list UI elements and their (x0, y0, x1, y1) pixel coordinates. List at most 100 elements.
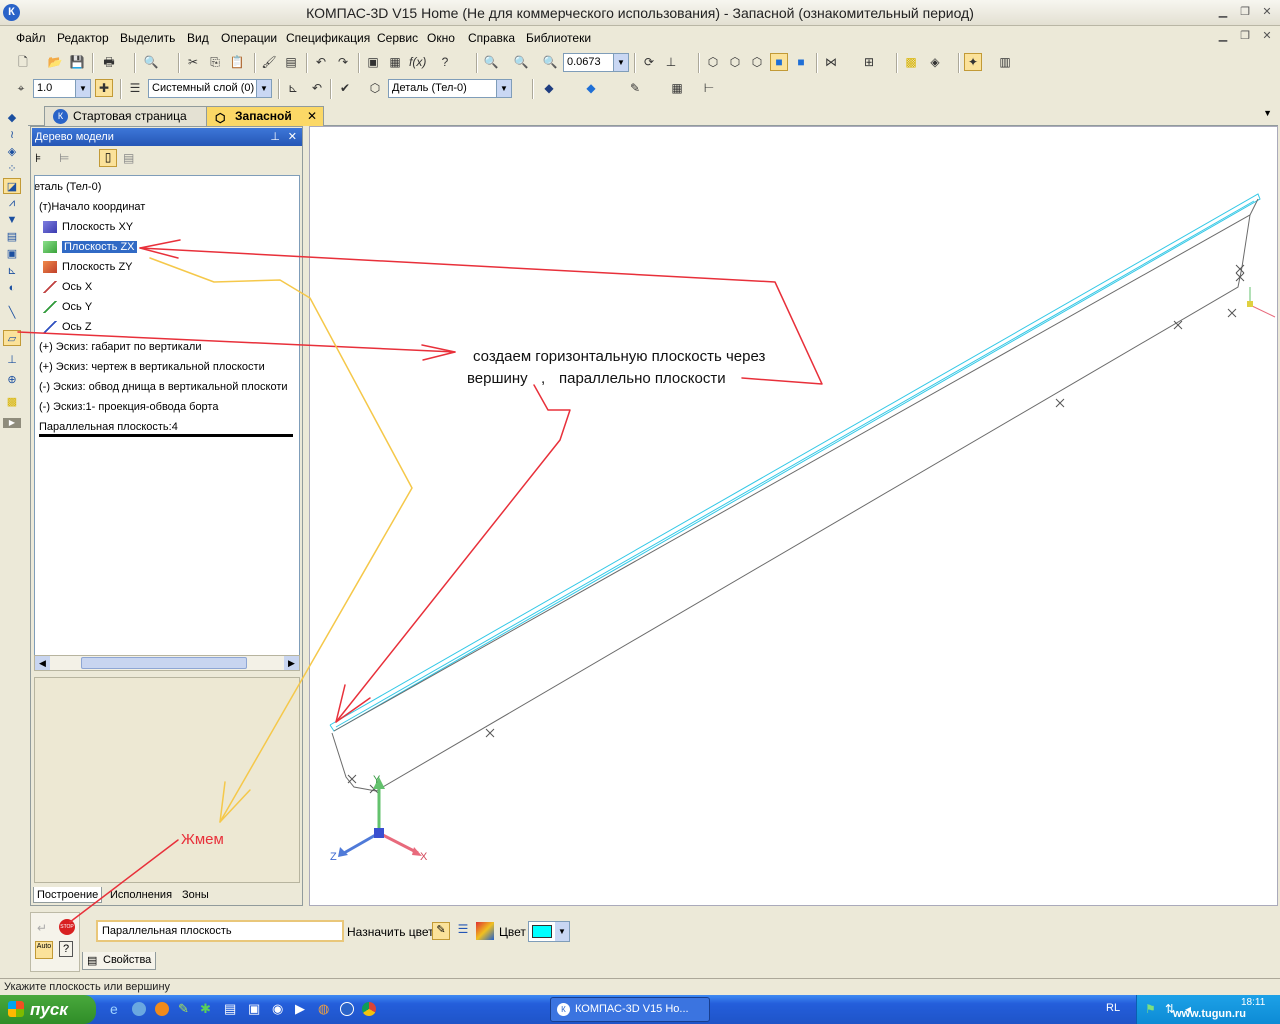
tab-executions[interactable]: Исполнения (107, 887, 175, 903)
step-combo[interactable]: 1.0 ▼ (33, 79, 91, 98)
tree-root[interactable]: еталь (Тел-0) (35, 179, 101, 195)
stop-button[interactable]: STOP (59, 919, 75, 935)
tree-item[interactable]: Ось Y (43, 299, 92, 315)
chevron-down-icon[interactable]: ▼ (496, 80, 511, 97)
chevron-down-icon[interactable]: ▼ (555, 922, 569, 941)
layer-color-icon[interactable]: ☰ (454, 922, 472, 940)
close-button[interactable]: ✕ (1260, 6, 1274, 19)
menu-service[interactable]: Сервис (377, 31, 418, 45)
menu-file[interactable]: Файл (16, 31, 46, 45)
new-document-icon[interactable]: 🗋 (14, 53, 32, 71)
paste-icon[interactable]: 📋 (228, 53, 246, 71)
taskbar-kompas-window[interactable]: К КОМПАС-3D V15 Ho... (550, 997, 710, 1022)
doc-minimize-button[interactable]: ▁ (1216, 30, 1230, 43)
quicklaunch-tool-icon[interactable]: ✎ (178, 1001, 189, 1017)
cs-icon[interactable]: ⊥ (3, 352, 21, 368)
tree-item[interactable]: Плоскость ZY (43, 259, 133, 275)
properties-icon[interactable]: ▤ (282, 53, 300, 71)
tree-item[interactable]: (-) Эскиз: обвод днища в вертикальной пл… (39, 379, 288, 395)
measure-v-icon[interactable]: ⊾ (3, 263, 21, 279)
quicklaunch-globe-icon[interactable] (132, 1002, 146, 1016)
spec-icon[interactable]: ▤ (3, 229, 21, 245)
quicklaunch-media-icon[interactable]: ◉ (272, 1001, 283, 1017)
layer-combo[interactable]: Системный слой (0) ▼ (148, 79, 272, 98)
tree-item[interactable]: Плоскость ZX (43, 239, 137, 255)
perspective-icon[interactable]: ⋈ (822, 53, 840, 71)
tree-item[interactable]: (т)Начало координат (39, 199, 145, 215)
preview-icon[interactable]: 🔍 (142, 53, 160, 71)
tab-close-icon[interactable]: ✕ (307, 107, 317, 125)
quicklaunch-kompas-icon[interactable] (340, 1002, 354, 1016)
plane-blue-icon[interactable]: ◆ (582, 79, 600, 97)
chrome-icon[interactable] (362, 1002, 376, 1016)
active-magnet-icon[interactable]: ✦ (964, 53, 982, 71)
quicklaunch-video-icon[interactable]: ▶ (295, 1001, 305, 1017)
auxiliary-geometry-icon[interactable]: ◪ (3, 178, 21, 194)
object-name-input[interactable]: Параллельная плоскость (96, 920, 344, 942)
box-yellow-icon[interactable]: ▩ (902, 53, 920, 71)
pin-icon[interactable]: ⊥ (270, 128, 280, 146)
assign-color-toggle[interactable]: ✎ (432, 922, 450, 940)
tray-flag-icon[interactable]: ⚑ (1145, 1002, 1156, 1016)
tab-properties[interactable]: ▤ Свойства (82, 952, 156, 970)
rotate-icon[interactable]: ⟳ (640, 53, 658, 71)
control-point-icon[interactable]: ⊕ (3, 372, 21, 388)
auto-create-button[interactable]: Auto (35, 941, 53, 959)
filter-icon[interactable]: ▼ (3, 212, 21, 228)
menu-editor[interactable]: Редактор (57, 31, 109, 45)
tab-zapasnoy[interactable]: ⬡ Запасной ✕ (206, 106, 324, 126)
redo-icon[interactable]: ↷ (334, 53, 352, 71)
tree-item[interactable]: Ось Z (43, 319, 92, 335)
firefox-icon[interactable] (155, 1002, 169, 1016)
menu-select[interactable]: Выделить (120, 31, 175, 45)
parallel-plane-icon[interactable]: ▱ (3, 330, 21, 346)
quicklaunch-notepad-icon[interactable]: ▤ (224, 1001, 236, 1017)
tree-item[interactable]: (+) Эскиз: чертеж в вертикальной плоскос… (39, 359, 265, 375)
tab-construction[interactable]: Построение (33, 887, 103, 903)
tree-filter-icon[interactable]: ⊨ (59, 151, 69, 165)
tree-close-icon[interactable]: ✕ (288, 128, 297, 146)
table-icon[interactable]: ▦ (668, 79, 686, 97)
section-icon[interactable]: ⊞ (860, 53, 878, 71)
tree-horizontal-scrollbar[interactable]: ◀ ▶ (34, 655, 300, 671)
tree-item[interactable]: Плоскость XY (43, 219, 133, 235)
quicklaunch-gear-icon[interactable]: ✱ (200, 1001, 211, 1017)
shaded-icon[interactable]: ■ (770, 53, 788, 71)
tree-structure-icon[interactable]: ⊧ (35, 151, 41, 165)
menu-help[interactable]: Справка (468, 31, 515, 45)
draw-tool-icon[interactable]: ✎ (626, 79, 644, 97)
chevron-down-icon[interactable]: ▼ (75, 80, 90, 97)
palette-icon[interactable] (476, 922, 494, 940)
view-filter-icon[interactable]: ◈ (926, 53, 944, 71)
model-viewport[interactable]: Y X Z (309, 126, 1278, 906)
layer-icon[interactable]: ☰ (126, 79, 144, 97)
surfaces-icon[interactable]: ◈ (3, 144, 21, 160)
zoom-icon[interactable]: 🔍 (541, 53, 559, 71)
tab-start-page[interactable]: К Стартовая страница (44, 106, 214, 126)
start-button[interactable]: пуск (0, 995, 96, 1024)
help-pointer-icon[interactable]: ? (436, 53, 454, 71)
color-picker[interactable]: ▼ (528, 921, 570, 942)
cut-icon[interactable]: ✂ (184, 53, 202, 71)
snap-icon[interactable]: ✚ (95, 79, 113, 97)
menu-specification[interactable]: Спецификация (286, 31, 370, 45)
zoom-window-icon[interactable]: 🔍 (482, 53, 500, 71)
expand-panel-icon[interactable]: ▶ (3, 418, 21, 428)
quicklaunch-blender-icon[interactable]: ◍ (318, 1001, 329, 1017)
help-icon[interactable]: ? (59, 941, 73, 957)
tab-zones[interactable]: Зоны (179, 887, 212, 903)
tree-list-icon[interactable]: ▤ (123, 151, 134, 165)
orientation-icon[interactable]: ⊥ (662, 53, 680, 71)
sheet-metal-icon[interactable]: ◐ (3, 280, 21, 296)
manager-icon[interactable]: ▣ (364, 53, 382, 71)
doc-close-button[interactable]: ✕ (1260, 30, 1274, 43)
reports-icon[interactable]: ▣ (3, 246, 21, 262)
arrays-icon[interactable]: ⁘ (3, 161, 21, 177)
scroll-thumb[interactable] (81, 657, 247, 669)
quicklaunch-window-icon[interactable]: ▣ (248, 1001, 260, 1017)
zoom-scale-icon[interactable]: 🔍 (512, 53, 530, 71)
copy-icon[interactable]: ⎘ (206, 53, 224, 71)
menu-window[interactable]: Окно (427, 31, 455, 45)
zoom-combo[interactable]: 0.0673 ▼ (563, 53, 629, 72)
menu-view[interactable]: Вид (187, 31, 209, 45)
